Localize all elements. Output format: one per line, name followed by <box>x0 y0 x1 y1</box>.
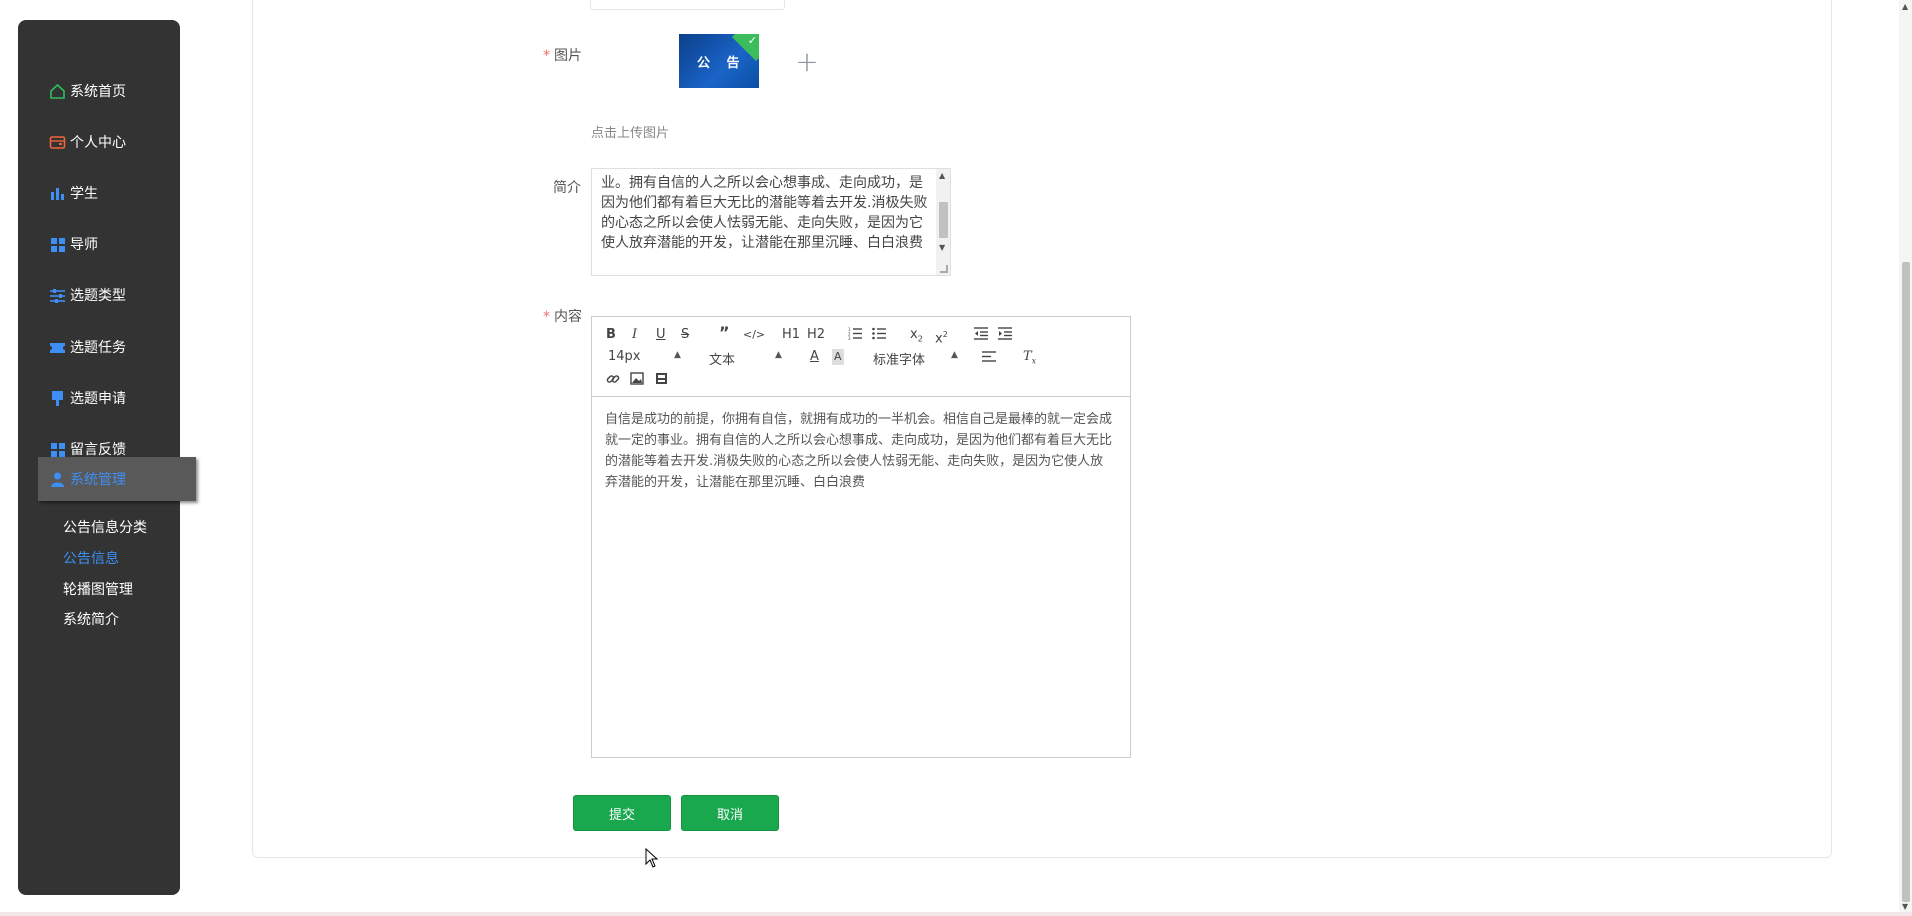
text-type-select[interactable]: 文本 ▲ <box>709 349 785 368</box>
sidebar-subitem-system-intro[interactable]: 系统简介 <box>63 609 119 629</box>
font-size-select[interactable]: 14px ▲ <box>608 349 684 364</box>
outdent-icon[interactable] <box>974 327 988 345</box>
superscript-icon[interactable]: x2 <box>935 327 948 347</box>
sidebar-item-label: 选题类型 <box>70 288 126 304</box>
chevron-updown-icon: ▲ <box>951 350 958 360</box>
plus-icon: + <box>795 44 819 78</box>
scroll-thumb[interactable] <box>939 202 948 238</box>
upload-add-button[interactable]: + <box>767 34 847 88</box>
page: 系统首页 个人中心 学生 导师 选题类型 选题任务 选题申请 留言反馈 系统管理… <box>0 0 1912 916</box>
scroll-up-icon[interactable]: ▲ <box>939 171 945 180</box>
bullet-list-icon[interactable] <box>872 327 886 345</box>
content-field-label: * 内容 <box>543 306 582 326</box>
bold-icon[interactable]: B <box>606 327 616 343</box>
sidebar-item-topic-types[interactable]: 选题类型 <box>18 275 180 315</box>
editor-toolbar: B I U S ” </> H1 H2 123 x2 x2 14px ▲ 文本 … <box>592 317 1130 397</box>
sidebar-item-label: 系统管理 <box>70 472 126 488</box>
code-block-icon[interactable]: </> <box>743 327 765 343</box>
ticket-icon <box>48 338 66 356</box>
align-icon[interactable] <box>982 350 996 368</box>
required-mark: * <box>543 309 550 325</box>
uploaded-image-thumbnail[interactable]: 公 告 ✓ <box>679 34 759 88</box>
scroll-down-icon[interactable]: ▼ <box>1902 902 1908 911</box>
chevron-updown-icon: ▲ <box>775 350 782 360</box>
required-mark: * <box>543 48 550 64</box>
sidebar-item-label: 选题申请 <box>70 391 126 407</box>
image-field-label: * 图片 <box>543 45 582 65</box>
sidebar-item-label: 系统首页 <box>70 84 126 100</box>
underline-icon[interactable]: U <box>656 327 666 343</box>
sidebar: 系统首页 个人中心 学生 导师 选题类型 选题任务 选题申请 留言反馈 系统管理… <box>18 20 196 895</box>
summary-field-label: 简介 <box>553 180 581 196</box>
text-type-value: 文本 <box>709 353 736 368</box>
grid-icon <box>48 440 66 458</box>
user-icon <box>48 470 66 488</box>
sidebar-item-label: 学生 <box>70 186 98 202</box>
sidebar-item-students[interactable]: 学生 <box>18 173 180 213</box>
clear-format-icon[interactable]: Tx <box>1023 349 1036 370</box>
submit-button[interactable]: 提交 <box>573 795 671 831</box>
image-icon[interactable] <box>630 372 644 390</box>
blockquote-icon[interactable]: ” <box>719 325 730 341</box>
bottom-edge <box>0 912 1912 916</box>
font-color-icon[interactable]: A <box>810 349 819 365</box>
sidebar-item-label: 个人中心 <box>70 135 126 151</box>
cancel-button[interactable]: 取消 <box>681 795 779 831</box>
heading-1-icon[interactable]: H1 <box>782 327 800 343</box>
summary-text: 业。拥有自信的人之所以会心想事成、走向成功，是因为他们都有着巨大无比的潜能等着去… <box>601 175 928 251</box>
sidebar-item-system-management[interactable]: 系统管理 <box>38 457 196 501</box>
subscript-icon[interactable]: x2 <box>910 327 923 348</box>
sidebar-item-label: 留言反馈 <box>70 442 126 458</box>
page-scrollbar[interactable]: ▲ ▼ <box>1899 0 1912 916</box>
thumbnail-text: 公 告 <box>697 56 746 71</box>
ordered-list-icon[interactable]: 123 <box>848 327 862 345</box>
sidebar-item-profile[interactable]: 个人中心 <box>18 122 180 162</box>
scroll-down-icon[interactable]: ▼ <box>939 243 945 252</box>
indent-icon[interactable] <box>998 327 1012 345</box>
sidebar-item-label: 选题任务 <box>70 340 126 356</box>
strikethrough-icon[interactable]: S <box>681 327 689 343</box>
italic-icon[interactable]: I <box>632 327 637 343</box>
image-label-text: 图片 <box>554 48 582 64</box>
sidebar-subitem-carousel-management[interactable]: 轮播图管理 <box>63 579 133 599</box>
background-color-icon[interactable]: A <box>832 349 844 365</box>
previous-field-edge <box>590 0 785 10</box>
pin-icon <box>48 389 66 407</box>
sidebar-subitem-announcement-categories[interactable]: 公告信息分类 <box>63 517 147 537</box>
bar-chart-icon <box>48 184 66 202</box>
check-icon: ✓ <box>747 34 757 47</box>
font-family-select[interactable]: 标准字体 ▲ <box>873 349 959 368</box>
sliders-icon <box>48 286 66 304</box>
rich-text-editor: B I U S ” </> H1 H2 123 x2 x2 14px ▲ 文本 … <box>591 316 1131 758</box>
scroll-up-icon[interactable]: ▲ <box>1902 2 1908 11</box>
sidebar-item-topic-applications[interactable]: 选题申请 <box>18 378 180 418</box>
sidebar-item-home[interactable]: 系统首页 <box>18 71 180 111</box>
upload-tip: 点击上传图片 <box>591 126 670 141</box>
resize-grip-icon[interactable] <box>940 265 948 273</box>
sidebar-item-label: 导师 <box>70 237 98 253</box>
home-icon <box>48 82 66 100</box>
wallet-icon <box>48 133 66 151</box>
grid-icon <box>48 235 66 253</box>
link-icon[interactable] <box>606 372 620 391</box>
sidebar-subitem-announcements[interactable]: 公告信息 <box>63 548 119 568</box>
font-family-value: 标准字体 <box>873 353 926 368</box>
mouse-cursor-icon <box>645 847 659 872</box>
video-icon[interactable] <box>655 372 668 390</box>
editor-content[interactable]: 自信是成功的前提，你拥有自信，就拥有成功的一半机会。相信自己是最棒的就一定会成就… <box>605 409 1115 493</box>
font-size-value: 14px <box>608 349 641 364</box>
chevron-updown-icon: ▲ <box>674 350 681 360</box>
heading-2-icon[interactable]: H2 <box>807 327 825 343</box>
summary-textarea[interactable]: 业。拥有自信的人之所以会心想事成、走向成功，是因为他们都有着巨大无比的潜能等着去… <box>591 168 951 276</box>
sidebar-item-tutors[interactable]: 导师 <box>18 224 180 264</box>
content-label-text: 内容 <box>554 309 582 325</box>
summary-scrollbar[interactable]: ▲ ▼ <box>936 169 950 275</box>
svg-text:3: 3 <box>848 336 851 340</box>
page-scroll-thumb[interactable] <box>1902 262 1910 902</box>
sidebar-item-topic-tasks[interactable]: 选题任务 <box>18 327 180 367</box>
